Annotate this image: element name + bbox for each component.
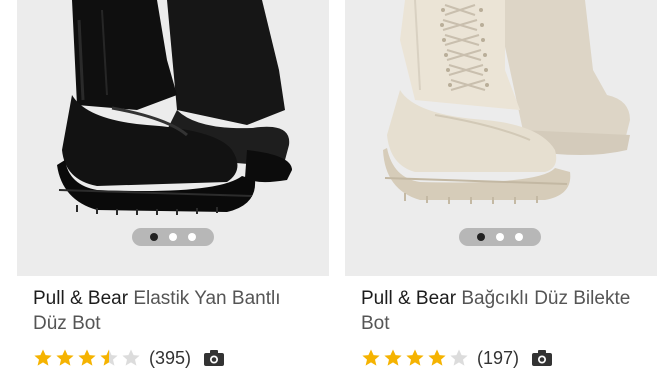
- star-icon: [384, 349, 402, 366]
- star-icon: [122, 349, 140, 366]
- image-carousel-indicator[interactable]: [459, 228, 541, 246]
- camera-icon: [532, 350, 553, 366]
- carousel-dot[interactable]: [496, 233, 504, 241]
- carousel-dot[interactable]: [188, 233, 196, 241]
- review-count: (197): [477, 347, 520, 368]
- star-icon: [56, 349, 74, 366]
- carousel-dot[interactable]: [477, 233, 485, 241]
- product-card[interactable]: Pull & Bear Elastik Yan Bantlı Düz Bot (…: [17, 0, 329, 378]
- review-count: (395): [149, 347, 192, 368]
- star-icon: [428, 349, 446, 366]
- star-icon: [78, 349, 96, 366]
- product-rating[interactable]: (197): [361, 347, 553, 369]
- star-icon: [34, 349, 52, 366]
- product-title[interactable]: Pull & Bear Elastik Yan Bantlı Düz Bot: [33, 286, 315, 336]
- product-image[interactable]: [17, 0, 329, 276]
- star-icon: [406, 349, 424, 366]
- product-title[interactable]: Pull & Bear Bağcıklı Düz Bilekte Bot: [361, 286, 643, 336]
- rating-stars: [33, 348, 141, 368]
- product-image[interactable]: [345, 0, 657, 276]
- product-rating[interactable]: (395): [33, 347, 225, 369]
- product-brand: Pull & Bear: [33, 288, 129, 309]
- product-brand: Pull & Bear: [361, 288, 457, 309]
- star-icon: [100, 349, 118, 366]
- camera-icon: [204, 350, 225, 366]
- star-icon: [450, 349, 468, 366]
- image-carousel-indicator[interactable]: [132, 228, 214, 246]
- carousel-dot[interactable]: [169, 233, 177, 241]
- product-card[interactable]: Pull & Bear Bağcıklı Düz Bilekte Bot (19…: [345, 0, 657, 378]
- rating-stars: [361, 348, 469, 368]
- carousel-dot[interactable]: [150, 233, 158, 241]
- star-icon: [362, 349, 380, 366]
- carousel-dot[interactable]: [515, 233, 523, 241]
